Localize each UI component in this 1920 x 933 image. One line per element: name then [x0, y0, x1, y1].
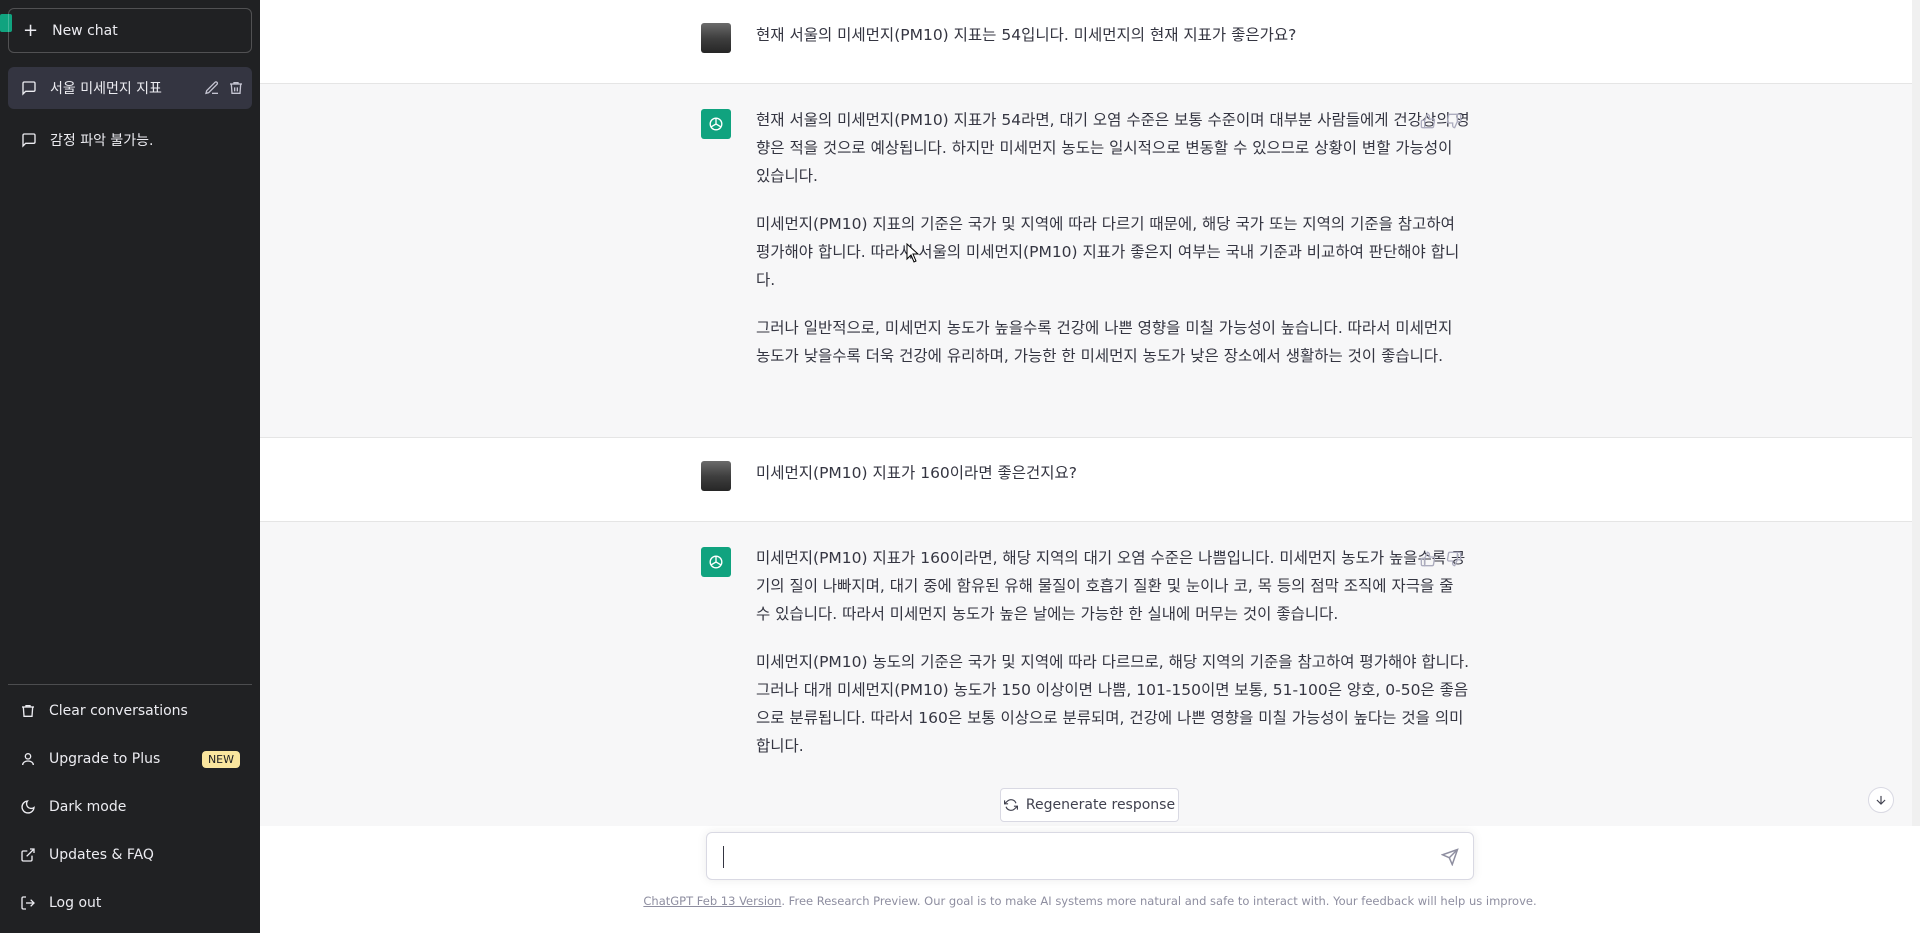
- feedback-buttons: [1420, 551, 1462, 567]
- assistant-avatar: [701, 109, 731, 139]
- conversation-item[interactable]: 감정 파악 불가능.: [8, 119, 252, 161]
- paragraph: 그러나 일반적으로, 미세먼지 농도가 높을수록 건강에 나쁜 영향을 미칠 가…: [756, 319, 1453, 365]
- logout-icon: [21, 896, 35, 910]
- message-composer: [706, 832, 1474, 880]
- send-icon[interactable]: [1441, 848, 1459, 866]
- message-text: 미세먼지(PM10) 지표가 160이라면, 해당 지역의 대기 오염 수준은 …: [756, 544, 1470, 780]
- external-link-icon: [21, 848, 35, 862]
- conversation-label: 감정 파악 불가능.: [50, 133, 154, 149]
- message-input[interactable]: [721, 843, 1421, 871]
- thumbs-up-icon[interactable]: [1420, 113, 1436, 129]
- assistant-avatar: [701, 547, 731, 577]
- message-text: 미세먼지(PM10) 지표가 160이라면 좋은건지요?: [756, 464, 1078, 482]
- user-avatar: [701, 23, 731, 53]
- chat-bubble-icon: [22, 81, 36, 96]
- mouse-pointer-icon: [906, 243, 920, 263]
- user-message: 미세먼지(PM10) 지표가 160이라면 좋은건지요?: [260, 438, 1912, 522]
- sidebar: + New chat 서울 미세먼지 지표 감정 파악 불가능. Clear c…: [0, 0, 260, 933]
- chat-bubble-icon: [22, 133, 36, 148]
- dark-mode-button[interactable]: Dark mode: [8, 785, 252, 829]
- user-message: 현재 서울의 미세먼지(PM10) 지표는 54입니다. 미세먼지의 현재 지표…: [260, 0, 1912, 84]
- edit-icon[interactable]: [204, 80, 220, 96]
- footer-text: . Free Research Preview. Our goal is to …: [781, 894, 1537, 908]
- user-icon: [22, 753, 34, 766]
- message-text: 현재 서울의 미세먼지(PM10) 지표가 54라면, 대기 오염 수준은 보통…: [756, 106, 1470, 390]
- paragraph: 미세먼지(PM10) 농도의 기준은 국가 및 지역에 따라 다르므로, 해당 …: [756, 653, 1470, 755]
- upgrade-to-plus-button[interactable]: Upgrade to Plus NEW: [8, 737, 252, 781]
- regenerate-response-button[interactable]: Regenerate response: [1000, 788, 1179, 822]
- paragraph: 미세먼지(PM10) 지표가 160이라면, 해당 지역의 대기 오염 수준은 …: [756, 549, 1466, 623]
- paragraph: 미세먼지(PM10) 지표의 기준은 국가 및 지역에 따라 다르기 때문에, …: [756, 215, 1460, 289]
- arrow-down-icon: [1876, 795, 1886, 805]
- upgrade-label: Upgrade to Plus: [49, 751, 161, 767]
- plus-icon: +: [23, 19, 39, 41]
- openai-logo-icon: [709, 555, 723, 569]
- logout-button[interactable]: Log out: [8, 881, 252, 925]
- feedback-buttons: [1420, 113, 1462, 129]
- paragraph: 현재 서울의 미세먼지(PM10) 지표가 54라면, 대기 오염 수준은 보통…: [756, 111, 1470, 185]
- assistant-message: 미세먼지(PM10) 지표가 160이라면, 해당 지역의 대기 오염 수준은 …: [260, 522, 1912, 826]
- thumbs-up-icon[interactable]: [1420, 551, 1436, 567]
- conversation-thread[interactable]: 현재 서울의 미세먼지(PM10) 지표는 54입니다. 미세먼지의 현재 지표…: [260, 0, 1912, 826]
- updates-faq-link[interactable]: Updates & FAQ: [8, 833, 252, 877]
- new-chat-button[interactable]: + New chat: [8, 8, 252, 53]
- conversation-item-active[interactable]: 서울 미세먼지 지표: [8, 67, 252, 109]
- logout-label: Log out: [49, 895, 102, 911]
- message-text: 현재 서울의 미세먼지(PM10) 지표는 54입니다. 미세먼지의 현재 지표…: [756, 26, 1297, 44]
- thumbs-down-icon[interactable]: [1446, 551, 1462, 567]
- clear-conversations-button[interactable]: Clear conversations: [8, 689, 252, 733]
- main-panel: 현재 서울의 미세먼지(PM10) 지표는 54입니다. 미세먼지의 현재 지표…: [260, 0, 1920, 933]
- delete-icon[interactable]: [228, 80, 244, 96]
- refresh-icon: [1003, 799, 1018, 811]
- updates-label: Updates & FAQ: [49, 847, 154, 863]
- regenerate-label: Regenerate response: [1025, 797, 1176, 813]
- moon-icon: [21, 800, 35, 814]
- assistant-message: 현재 서울의 미세먼지(PM10) 지표가 54라면, 대기 오염 수준은 보통…: [260, 84, 1912, 438]
- version-link[interactable]: ChatGPT Feb 13 Version: [643, 894, 781, 908]
- thumbs-down-icon[interactable]: [1446, 113, 1462, 129]
- scrollbar[interactable]: [1912, 0, 1920, 826]
- clear-conversations-label: Clear conversations: [49, 703, 188, 719]
- conversation-label: 서울 미세먼지 지표: [50, 81, 162, 97]
- user-avatar: [701, 461, 731, 491]
- footer-disclaimer: ChatGPT Feb 13 Version. Free Research Pr…: [260, 894, 1920, 908]
- text-caret: [723, 846, 724, 868]
- openai-logo-icon: [709, 117, 723, 131]
- sidebar-divider: [8, 684, 252, 685]
- scroll-to-bottom-button[interactable]: [1868, 787, 1894, 813]
- new-chat-label: New chat: [52, 22, 118, 39]
- dark-mode-label: Dark mode: [49, 799, 127, 815]
- trash-icon: [22, 705, 34, 717]
- new-badge: NEW: [201, 750, 240, 768]
